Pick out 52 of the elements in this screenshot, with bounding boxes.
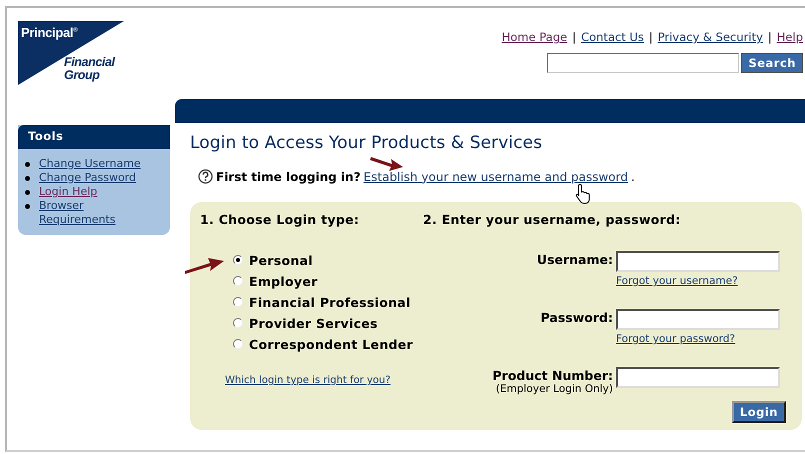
field-label: Username:	[536, 251, 613, 267]
radio-label: Employer	[249, 274, 318, 288]
top-link[interactable]: Help	[776, 30, 803, 44]
radio-button[interactable]	[233, 297, 243, 307]
section-title: 2. Enter your username, password:	[423, 212, 682, 227]
sidebar-link[interactable]: Change Password	[39, 171, 136, 185]
bullet-icon	[25, 162, 30, 167]
input-field[interactable]	[616, 251, 780, 272]
arrow-icon	[370, 154, 404, 172]
radio-button[interactable]	[233, 339, 243, 349]
forgot-link[interactable]: Forgot your password?	[616, 333, 780, 345]
field-label: Product Number:	[492, 367, 613, 383]
help-icon	[198, 169, 213, 184]
logo-tagline: Group	[64, 69, 100, 82]
bullet-icon	[25, 204, 30, 209]
sidebar-link[interactable]: Browser Requirements	[39, 199, 162, 227]
link-separator: |	[768, 30, 772, 44]
radio-label: Correspondent Lender	[249, 336, 414, 352]
radio-button[interactable]	[233, 276, 243, 286]
first-time-question: First time logging in?	[216, 170, 361, 184]
section-title: 1. Choose Login type:	[200, 212, 360, 227]
radio-button[interactable]	[233, 255, 243, 265]
link-separator: |	[648, 30, 653, 44]
search-field[interactable]	[547, 53, 740, 73]
link-separator: |	[572, 30, 576, 44]
input-field[interactable]	[616, 309, 780, 330]
forgot-link[interactable]: Forgot your username?	[616, 275, 780, 287]
login-type-help-link[interactable]: Which login type is right for you?	[225, 375, 423, 386]
sidebar-link[interactable]: Login Help	[39, 185, 98, 199]
radio-label: Personal	[249, 252, 313, 268]
arrow-icon	[185, 257, 225, 277]
sentence-period: .	[630, 170, 635, 184]
page-heading: Login to Access Your Products & Services	[190, 133, 544, 153]
input-field[interactable]	[616, 367, 780, 388]
field-note: (Employer Login Only)	[496, 383, 613, 395]
top-link[interactable]: Privacy & Security	[658, 30, 763, 44]
tools-title: Tools	[18, 125, 170, 149]
field-label: Password:	[540, 309, 613, 325]
logo-name: Principal$^{®}$	[21, 25, 78, 40]
login-button[interactable]: Login	[732, 401, 786, 423]
top-link[interactable]: Home Page	[502, 30, 568, 44]
top-link[interactable]: Contact Us	[581, 30, 644, 44]
bullet-icon	[25, 190, 30, 195]
radio-label: Financial Professional	[249, 294, 411, 310]
establish-account-link[interactable]: Establish your new username and password	[364, 170, 628, 184]
sidebar-link[interactable]: Change Username	[39, 157, 141, 171]
search-button[interactable]: Search	[741, 53, 803, 73]
hand-cursor-icon	[575, 183, 593, 205]
bullet-icon	[25, 176, 30, 181]
logo-tagline: Financial	[64, 56, 115, 69]
radio-button[interactable]	[233, 318, 243, 328]
radio-label: Provider Services	[249, 316, 378, 330]
